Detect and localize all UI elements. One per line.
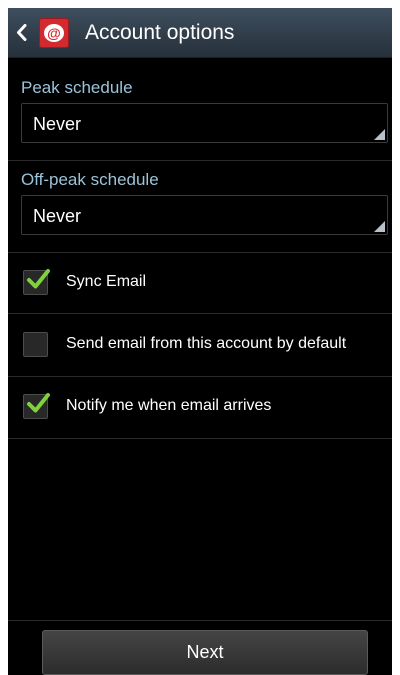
peak-schedule-label: Peak schedule: [21, 78, 133, 97]
checkmark-icon: [27, 269, 50, 289]
dropdown-corner-icon: [374, 129, 385, 140]
email-app-icon: @: [39, 18, 69, 48]
bottom-bar: Next: [8, 620, 392, 675]
sync-email-checkbox[interactable]: [23, 269, 50, 295]
chevron-left-icon: [17, 24, 27, 41]
screen: @ Account options Peak schedule Never Of…: [8, 8, 392, 675]
dropdown-corner-icon: [374, 221, 385, 232]
notify-label: Notify me when email arrives: [66, 397, 272, 414]
notify-checkbox[interactable]: [23, 393, 50, 419]
divider: [8, 313, 392, 314]
divider: [8, 160, 392, 161]
sync-email-label: Sync Email: [66, 273, 147, 290]
next-button[interactable]: Next: [42, 630, 368, 675]
peak-schedule-value: Never: [33, 114, 82, 134]
action-bar: @ Account options: [8, 8, 392, 58]
default-account-label: Send email from this account by default: [66, 335, 347, 352]
back-button[interactable]: [8, 8, 38, 57]
default-account-option[interactable]: Send email from this account by default: [8, 315, 392, 375]
checkmark-icon: [27, 393, 50, 413]
divider: [8, 438, 392, 439]
notify-option[interactable]: Notify me when email arrives: [8, 377, 392, 437]
offpeak-schedule-dropdown[interactable]: Never: [21, 195, 388, 235]
peak-schedule-dropdown[interactable]: Never: [21, 103, 388, 143]
offpeak-schedule-label: Off-peak schedule: [21, 170, 159, 189]
page-title: Account options: [85, 21, 235, 44]
default-account-checkbox[interactable]: [23, 332, 48, 357]
offpeak-schedule-value: Never: [33, 206, 82, 226]
sync-email-option[interactable]: Sync Email: [8, 253, 392, 313]
